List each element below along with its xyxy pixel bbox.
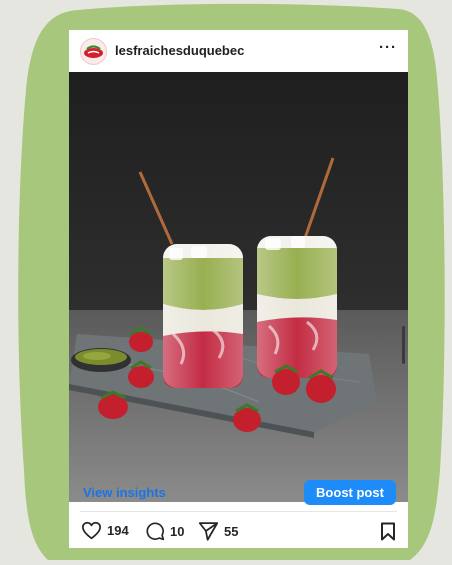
bookmark-icon[interactable]	[380, 522, 396, 541]
instagram-post-card: lesfraichesduquebec ··· View insights Bo…	[69, 30, 408, 548]
post-image[interactable]	[69, 72, 408, 502]
share-count: 55	[224, 523, 239, 539]
view-insights-link[interactable]: View insights	[83, 485, 166, 500]
comment-icon	[146, 522, 165, 541]
username[interactable]: lesfraichesduquebec	[115, 43, 244, 58]
share-action[interactable]: 55	[198, 521, 238, 541]
boost-post-button[interactable]: Boost post	[304, 480, 396, 505]
comment-count: 10	[170, 523, 185, 539]
comment-action[interactable]: 10	[145, 521, 184, 541]
brand-logo	[84, 44, 103, 58]
more-options-icon[interactable]: ···	[379, 39, 397, 56]
like-count: 194	[107, 523, 129, 538]
post-header: lesfraichesduquebec ···	[69, 30, 408, 72]
divider	[80, 511, 397, 512]
heart-icon	[82, 521, 101, 540]
like-action[interactable]: 194	[81, 521, 129, 540]
scrollbar-handle[interactable]	[402, 326, 405, 364]
share-icon	[198, 522, 219, 541]
profile-avatar[interactable]	[80, 38, 107, 65]
